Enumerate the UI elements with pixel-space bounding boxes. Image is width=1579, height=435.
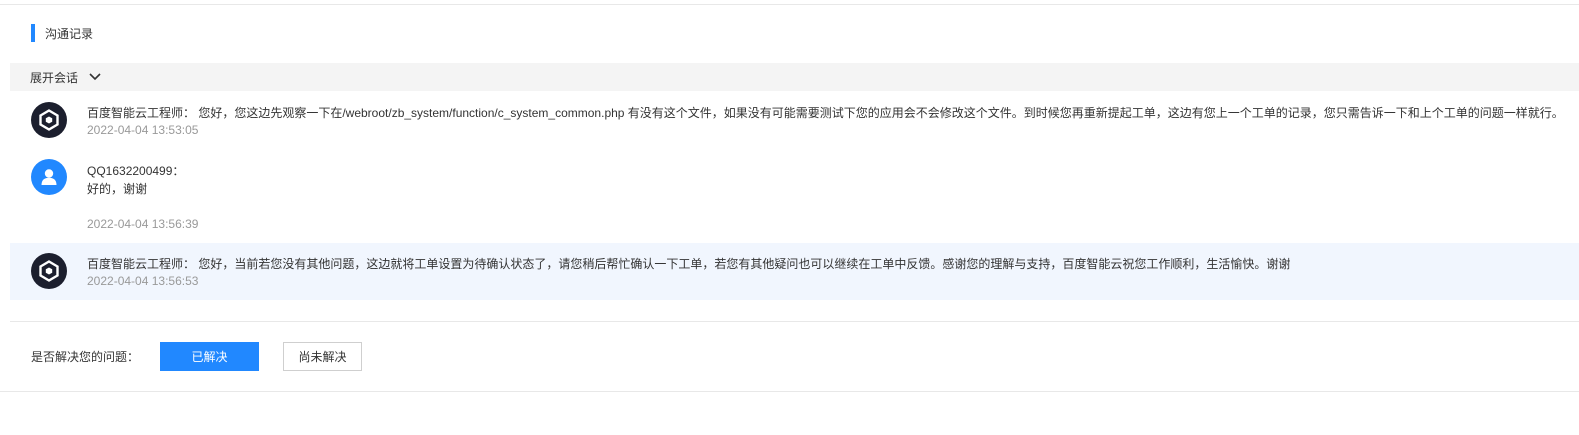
- expand-conversation-toggle[interactable]: 展开会话: [10, 63, 1579, 91]
- message-sender: QQ1632200499：: [87, 164, 185, 178]
- chevron-down-icon: [88, 70, 102, 84]
- message-timestamp: 2022-04-04 13:56:53: [87, 274, 199, 288]
- expand-conversation-label: 展开会话: [30, 70, 79, 85]
- message-item: 百度智能云工程师： 您好，您这边先观察一下在/webroot/zb_system…: [10, 97, 1579, 143]
- resolve-feedback: 是否解决您的问题： 已解决 尚未解决: [31, 342, 363, 371]
- engineer-avatar-icon: [31, 253, 67, 289]
- resolved-button[interactable]: 已解决: [160, 342, 260, 371]
- message-text: 好的，谢谢: [87, 182, 148, 196]
- message-timestamp: 2022-04-04 13:56:39: [87, 217, 199, 231]
- user-avatar-icon: [31, 159, 67, 195]
- section-header: 沟通记录: [31, 24, 93, 42]
- message-text: 百度智能云工程师： 您好，当前若您没有其他问题，这边就将工单设置为待确认状态了，…: [87, 257, 1291, 271]
- top-divider: [0, 4, 1579, 5]
- section-accent-bar: [31, 24, 35, 42]
- resolve-question: 是否解决您的问题：: [31, 350, 140, 364]
- divider: [10, 321, 1579, 322]
- message-timestamp: 2022-04-04 13:53:05: [87, 123, 199, 137]
- message-text: 百度智能云工程师： 您好，您这边先观察一下在/webroot/zb_system…: [87, 106, 1564, 120]
- divider: [0, 391, 1579, 392]
- section-title: 沟通记录: [45, 26, 94, 41]
- engineer-avatar-icon: [31, 102, 67, 138]
- message-item: QQ1632200499： 好的，谢谢 2022-04-04 13:56:39: [10, 154, 1579, 234]
- unresolved-button[interactable]: 尚未解决: [283, 342, 363, 371]
- message-item: 百度智能云工程师： 您好，当前若您没有其他问题，这边就将工单设置为待确认状态了，…: [10, 243, 1579, 300]
